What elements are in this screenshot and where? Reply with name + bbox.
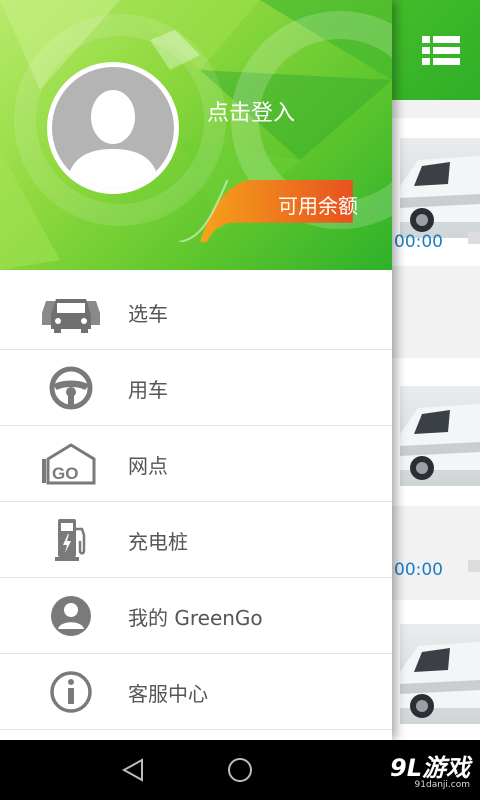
balance-label: 可用余额 xyxy=(278,194,358,218)
menu-item-label: 选车 xyxy=(128,302,168,326)
menu-item-customer-service[interactable]: 客服中心 xyxy=(0,654,392,730)
menu-item-label: 网点 xyxy=(128,454,168,478)
avatar[interactable] xyxy=(47,62,179,194)
menu-item-select-car[interactable]: 选车 xyxy=(0,274,392,350)
car-image xyxy=(400,386,480,486)
car-image xyxy=(400,138,480,238)
car-card[interactable]: 00:00 xyxy=(392,358,480,580)
card-time: 00:00 xyxy=(394,560,443,580)
car-card[interactable] xyxy=(392,600,480,748)
menu-item-label: 我的 GreenGo xyxy=(128,606,263,630)
menu-item-stations[interactable]: GO 网点 xyxy=(0,426,392,502)
info-icon xyxy=(38,669,104,715)
steering-wheel-icon xyxy=(38,365,104,411)
drawer-menu: 选车 用车 GO 网点 充电桩 我的 GreenGo 客服中心 xyxy=(0,274,392,730)
list-menu-icon[interactable] xyxy=(422,34,460,68)
card-tag xyxy=(468,232,480,244)
card-tag xyxy=(468,560,480,572)
back-icon[interactable] xyxy=(118,754,150,786)
charging-pile-icon xyxy=(38,517,104,563)
user-silhouette-icon xyxy=(66,90,160,189)
watermark: 9L游戏 91danji.com xyxy=(390,748,470,790)
drawer-header: 点击登入 可用余额 xyxy=(0,0,392,270)
car-card[interactable]: 00:00 xyxy=(392,118,480,266)
navigation-drawer: 点击登入 可用余额 选车 用车 GO 网点 充电桩 我的 GreenGo 客服中… xyxy=(0,0,392,740)
go-station-icon: GO xyxy=(38,441,104,487)
menu-item-label: 用车 xyxy=(128,378,168,402)
home-icon[interactable] xyxy=(224,754,256,786)
menu-item-label: 客服中心 xyxy=(128,682,208,706)
user-icon xyxy=(38,593,104,639)
svg-text:GO: GO xyxy=(52,464,78,483)
menu-item-label: 充电桩 xyxy=(128,530,188,554)
cars-icon xyxy=(38,289,104,335)
watermark-url: 91danji.com xyxy=(414,780,470,790)
menu-item-charging-pile[interactable]: 充电桩 xyxy=(0,502,392,578)
menu-item-use-car[interactable]: 用车 xyxy=(0,350,392,426)
watermark-brand: 9L游戏 xyxy=(390,754,470,782)
menu-item-my-greengo[interactable]: 我的 GreenGo xyxy=(0,578,392,654)
login-link[interactable]: 点击登入 xyxy=(207,95,295,127)
car-image xyxy=(400,624,480,724)
card-time: 00:00 xyxy=(394,232,443,252)
